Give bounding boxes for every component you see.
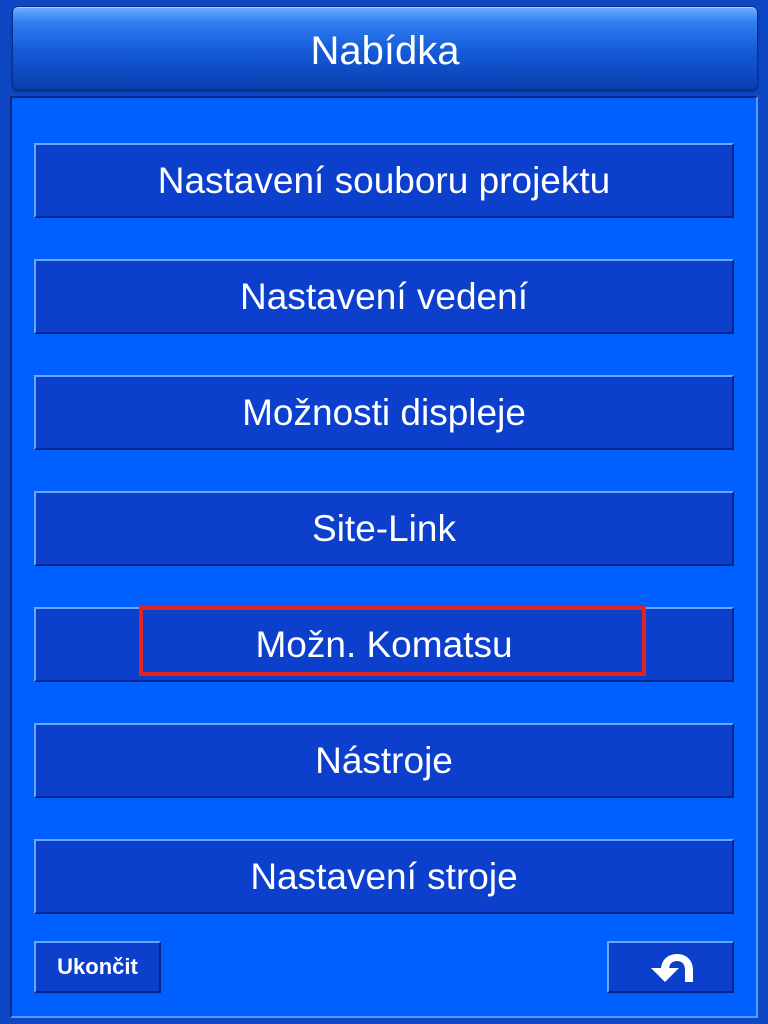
page-title: Nabídka (310, 29, 460, 73)
machine-settings-button[interactable]: Nastavení stroje (34, 839, 734, 914)
menu-screen: Nabídka Nastavení souboru projektu Nasta… (0, 0, 768, 1024)
site-link-button[interactable]: Site-Link (34, 491, 734, 566)
project-file-settings-button[interactable]: Nastavení souboru projektu (34, 143, 734, 218)
tools-button[interactable]: Nástroje (34, 723, 734, 798)
display-options-button[interactable]: Možnosti displeje (34, 375, 734, 450)
exit-button[interactable]: Ukončit (34, 941, 161, 993)
back-button[interactable] (607, 941, 734, 993)
komatsu-options-button[interactable]: Možn. Komatsu (34, 607, 734, 682)
guidance-settings-button[interactable]: Nastavení vedení (34, 259, 734, 334)
title-bar: Nabídka (12, 6, 758, 90)
undo-arrow-icon (651, 954, 693, 982)
